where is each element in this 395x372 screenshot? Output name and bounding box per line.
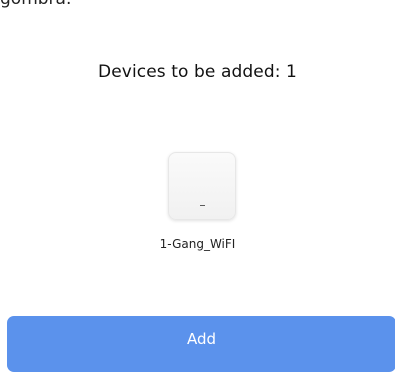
device-name: 1-Gang_WiFI <box>159 237 236 251</box>
top-cut-text: gombra. <box>0 0 71 9</box>
page-title: Devices to be added: 1 <box>98 62 297 82</box>
add-button[interactable]: Add <box>7 316 395 372</box>
device-card[interactable] <box>168 152 236 220</box>
device-indicator <box>200 205 205 206</box>
